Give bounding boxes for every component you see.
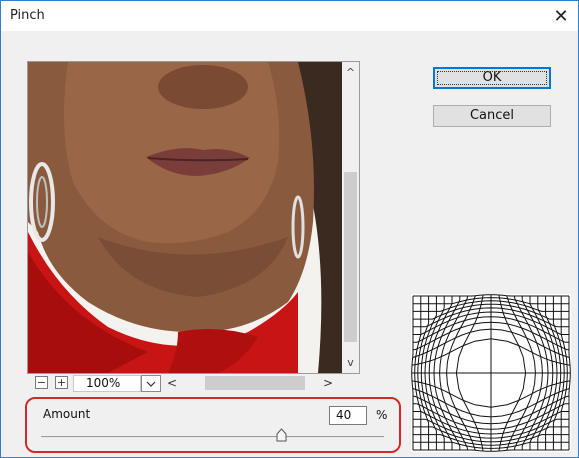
preview-panel: ^ v	[27, 61, 360, 374]
vertical-scrollbar[interactable]: ^ v	[342, 62, 359, 373]
amount-group: Amount 40 %	[25, 397, 401, 453]
focus-rect	[437, 71, 547, 85]
vertical-scroll-thumb[interactable]	[344, 172, 357, 342]
chevron-right-icon: >	[322, 376, 334, 390]
slider-thumb-icon[interactable]	[276, 428, 287, 442]
chevron-down-icon	[146, 381, 156, 387]
zoom-out-icon: −	[36, 376, 47, 389]
pinch-grid-icon	[411, 294, 571, 452]
chevron-up-icon: ^	[345, 66, 356, 79]
preview-photo	[28, 62, 342, 373]
zoom-in-icon: +	[56, 376, 67, 389]
scroll-right-button[interactable]: >	[321, 374, 335, 392]
chevron-down-icon: v	[347, 356, 354, 369]
amount-label: Amount	[43, 407, 91, 421]
pinch-dialog: Pinch ✕ ^ v − + 100% < > OK Cancel Amoun…	[0, 0, 579, 458]
pinch-grid-preview	[411, 294, 571, 452]
horizontal-scroll-thumb[interactable]	[205, 376, 305, 390]
title-bar: Pinch ✕	[1, 1, 578, 31]
zoom-in-button[interactable]: +	[55, 376, 68, 389]
amount-unit: %	[376, 408, 388, 422]
amount-slider-track[interactable]	[41, 436, 384, 438]
amount-input[interactable]: 40	[329, 406, 367, 425]
scroll-left-button[interactable]: <	[165, 374, 179, 392]
cancel-button[interactable]: Cancel	[433, 105, 551, 127]
zoom-toolbar: − + 100% < >	[27, 374, 360, 393]
chevron-left-icon: <	[166, 376, 178, 390]
dialog-title: Pinch	[10, 8, 45, 23]
zoom-dropdown-button[interactable]	[141, 375, 161, 392]
cancel-button-label: Cancel	[469, 108, 515, 123]
close-button[interactable]: ✕	[544, 1, 578, 31]
zoom-out-button[interactable]: −	[35, 376, 48, 389]
zoom-level-field[interactable]: 100%	[73, 375, 141, 392]
scroll-up-button[interactable]: ^	[342, 64, 359, 81]
close-icon: ✕	[553, 5, 569, 27]
preview-image[interactable]	[28, 62, 342, 373]
ok-button[interactable]: OK	[433, 67, 551, 89]
scroll-down-button[interactable]: v	[342, 354, 359, 371]
